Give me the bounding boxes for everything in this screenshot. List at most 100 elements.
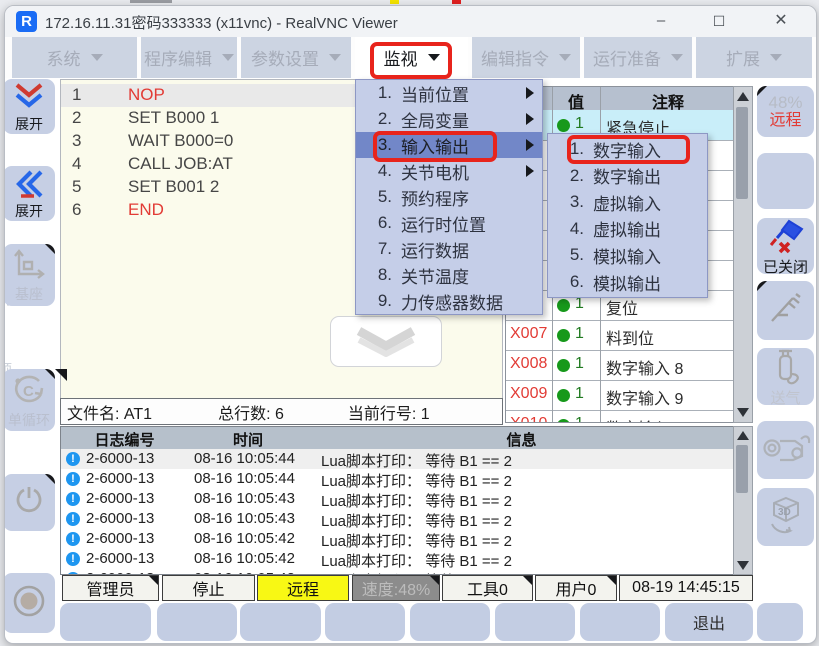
- scroll-down-icon[interactable]: [737, 561, 749, 570]
- function-key[interactable]: [757, 603, 803, 641]
- status-label: 08-19 14:45:15: [632, 579, 740, 597]
- status-用户0[interactable]: 用户0: [535, 575, 617, 601]
- right-tool-送气[interactable]: 送气: [757, 348, 814, 405]
- scrollbar-thumb[interactable]: [736, 445, 748, 493]
- monitor-menu-item-关节温度[interactable]: 8.关节温度: [356, 262, 542, 288]
- double-chevron-left-icon: [12, 169, 46, 204]
- camera-gripper-icon: [761, 429, 811, 472]
- io-row[interactable]: X0081数字输入 8: [506, 350, 734, 381]
- log-scrollbar[interactable]: [733, 426, 753, 575]
- maximize-button[interactable]: ☐: [699, 6, 739, 37]
- function-key[interactable]: [157, 603, 237, 641]
- titlebar[interactable]: R 172.16.11.31密码333333 (x11vnc) - RealVN…: [5, 6, 816, 37]
- menu-item-number: 7.: [356, 239, 392, 259]
- io-submenu-item-数字输入[interactable]: 1.数字输入: [548, 136, 707, 162]
- log-table[interactable]: 日志编号 时间 信息 !2-6000-1308-16 10:05:44Lua脚本…: [60, 426, 736, 575]
- scroll-up-icon[interactable]: [737, 92, 749, 101]
- scroll-page-down-button[interactable]: [330, 316, 442, 367]
- base-axes-icon: [11, 248, 47, 287]
- menu-扩展[interactable]: 扩展: [696, 37, 812, 78]
- log-row[interactable]: !2-6000-1308-16 10:05:42Lua脚本打印： 等待 B1 =…: [61, 529, 735, 549]
- menu-item-number: 2.: [356, 109, 392, 129]
- left-tool-单循环[interactable]: C单循环: [4, 369, 55, 431]
- monitor-menu-item-预约程序[interactable]: 5.预约程序: [356, 184, 542, 210]
- desktop-mark-yellow: [390, 0, 399, 4]
- status-08-19 14:45:15[interactable]: 08-19 14:45:15: [619, 575, 753, 601]
- io-submenu-item-模拟输出[interactable]: 6.模拟输出: [548, 269, 707, 295]
- function-key[interactable]: [60, 603, 151, 641]
- menu-程序编辑[interactable]: 程序编辑: [141, 37, 237, 78]
- left-tool-record-icon[interactable]: [4, 573, 55, 633]
- io-submenu-item-虚拟输入[interactable]: 3.虚拟输入: [548, 189, 707, 215]
- monitor-menu-item-全局变量[interactable]: 2.全局变量: [356, 106, 542, 132]
- left-tool-power-icon[interactable]: [4, 474, 55, 531]
- menu-参数设置[interactable]: 参数设置: [241, 37, 351, 78]
- menu-item-number: 6.: [356, 213, 392, 233]
- menu-item-number: 4.: [356, 161, 392, 181]
- status-工具0[interactable]: 工具0: [442, 575, 533, 601]
- status-远程[interactable]: 远程: [257, 575, 349, 601]
- column-divider: [600, 380, 601, 410]
- info-icon: !: [66, 472, 80, 486]
- close-button[interactable]: ✕: [761, 6, 801, 37]
- status-速度:48%[interactable]: 速度:48%: [352, 575, 440, 601]
- menu-监视[interactable]: 监视: [355, 37, 468, 78]
- io-value: 1: [575, 415, 584, 423]
- status-dot-icon: [557, 389, 570, 402]
- line-number: 2: [72, 108, 81, 128]
- io-submenu-item-模拟输入[interactable]: 5.模拟输入: [548, 242, 707, 268]
- right-tool-cube-3d-icon[interactable]: 3D: [757, 488, 814, 546]
- function-key[interactable]: [495, 603, 575, 641]
- log-row[interactable]: !2-6000-1308-16 10:05:44Lua脚本打印： 等待 B1 =…: [61, 449, 735, 469]
- menu-系统[interactable]: 系统: [12, 37, 137, 78]
- minimize-button[interactable]: –: [641, 6, 681, 37]
- log-row[interactable]: !2-6000-1308-16 10:05:44Lua脚本打印： 等待 B1 =…: [61, 469, 735, 489]
- editor-corner-marker-icon: [55, 369, 67, 381]
- function-key[interactable]: [410, 603, 490, 641]
- log-id: 2-6000-13: [86, 550, 154, 567]
- io-submenu-item-虚拟输出[interactable]: 4.虚拟输出: [548, 216, 707, 242]
- right-tool-blank[interactable]: [757, 153, 814, 209]
- submenu-arrow-icon: [526, 87, 534, 99]
- menu-label: 系统: [47, 45, 81, 70]
- monitor-menu-item-力传感器数据[interactable]: 9.力传感器数据: [356, 288, 542, 314]
- left-tool-展开[interactable]: 展开: [4, 166, 55, 221]
- status-停止[interactable]: 停止: [162, 575, 255, 601]
- log-row[interactable]: !2-6000-1308-16 10:05:43Lua脚本打印： 等待 B1 =…: [61, 489, 735, 509]
- monitor-dropdown-menu: 1.当前位置2.全局变量3.输入输出4.关节电机5.预约程序6.运行时位置7.运…: [355, 79, 543, 315]
- function-key[interactable]: [580, 603, 660, 641]
- io-submenu-item-数字输出[interactable]: 2.数字输出: [548, 163, 707, 189]
- function-key-退出[interactable]: 退出: [665, 603, 753, 641]
- menu-item-number: 8.: [356, 265, 392, 285]
- function-key[interactable]: [325, 603, 405, 641]
- menu-编辑指令[interactable]: 编辑指令: [472, 37, 580, 78]
- left-tool-展开[interactable]: 展开: [4, 79, 55, 134]
- scroll-down-icon[interactable]: [737, 408, 749, 417]
- status-管理员[interactable]: 管理员: [62, 575, 159, 601]
- right-tool-已关闭[interactable]: 已关闭: [757, 218, 814, 274]
- monitor-menu-item-当前位置[interactable]: 1.当前位置: [356, 80, 542, 106]
- scroll-up-icon[interactable]: [737, 431, 749, 440]
- monitor-menu-item-关节电机[interactable]: 4.关节电机: [356, 158, 542, 184]
- scrollbar-thumb[interactable]: [736, 107, 748, 199]
- io-table-scrollbar[interactable]: [733, 86, 753, 423]
- log-row[interactable]: !2-6000-1308-16 10:05:43Lua脚本打印： 等待 B1 =…: [61, 509, 735, 529]
- menu-运行准备[interactable]: 运行准备: [584, 37, 692, 78]
- monitor-menu-item-运行数据[interactable]: 7.运行数据: [356, 236, 542, 262]
- menu-item-number: 5.: [356, 187, 392, 207]
- io-row[interactable]: X0071料到位: [506, 320, 734, 351]
- status-dot-icon: [557, 299, 570, 312]
- menu-item-label: 数字输入: [593, 137, 661, 162]
- right-tool-camera-gripper-icon[interactable]: [757, 421, 814, 479]
- monitor-menu-item-运行时位置[interactable]: 6.运行时位置: [356, 210, 542, 236]
- right-tool-torch-tool-icon[interactable]: [757, 281, 814, 340]
- io-row[interactable]: X0101数字输入 10: [506, 410, 734, 423]
- corner-marker-icon: [607, 576, 616, 585]
- function-key[interactable]: [240, 603, 321, 641]
- left-tool-基座[interactable]: 基座: [4, 244, 55, 306]
- io-row[interactable]: X0091数字输入 9: [506, 380, 734, 411]
- right-tool-远程[interactable]: 48%远程: [757, 86, 814, 137]
- monitor-menu-item-输入输出[interactable]: 3.输入输出: [356, 132, 542, 158]
- log-row[interactable]: !2-6000-1308-16 10:05:42Lua脚本打印： 等待 B1 =…: [61, 549, 735, 569]
- io-id: X009: [510, 385, 547, 403]
